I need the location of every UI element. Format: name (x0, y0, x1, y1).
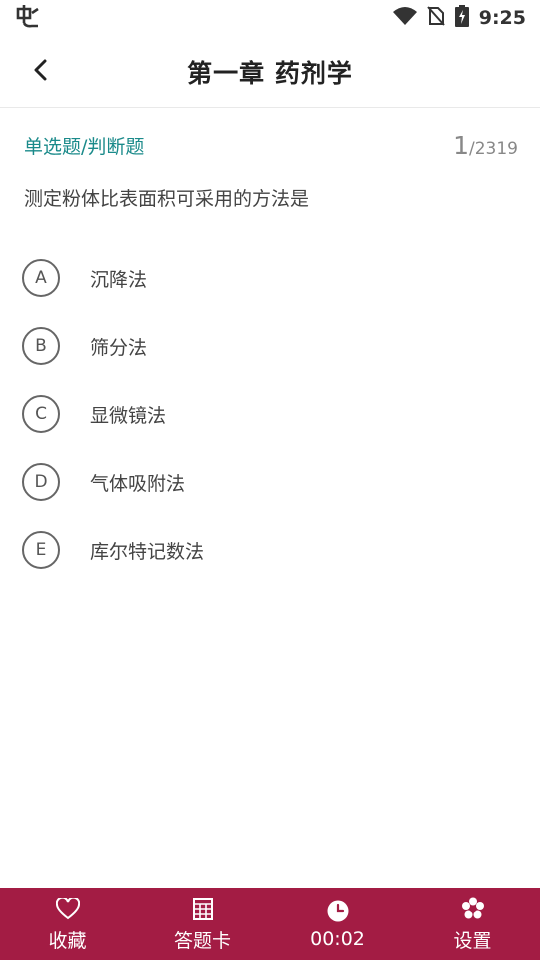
option-letter: D (22, 463, 60, 501)
option-text: 筛分法 (90, 336, 148, 359)
option-letter: A (22, 259, 60, 297)
answer-card-label: 答题卡 (173, 929, 231, 952)
answer-card-button[interactable]: 答题卡 (135, 888, 270, 960)
option-text: 库尔特记数法 (90, 540, 205, 563)
back-button[interactable] (22, 54, 58, 90)
question-progress: 1/2319 (453, 131, 518, 160)
question-current: 1 (453, 130, 469, 160)
timer-label: 00:02 (310, 928, 365, 950)
option-text: 气体吸附法 (90, 472, 186, 495)
gear-icon (461, 896, 485, 922)
settings-label: 设置 (453, 929, 492, 952)
app-logo-icon (14, 3, 42, 33)
page-title: 第一章 药剂学 (187, 58, 353, 88)
bottom-toolbar: 收藏 答题卡 00:02 设置 (0, 888, 540, 960)
status-time: 9:25 (478, 7, 526, 29)
favorite-label: 收藏 (48, 929, 87, 952)
wifi-icon (392, 6, 417, 30)
clock-icon (326, 898, 350, 924)
timer-button[interactable]: 00:02 (270, 888, 405, 960)
header: 第一章 药剂学 (0, 36, 540, 108)
heart-icon (55, 896, 80, 922)
options-list: A 沉降法 B 筛分法 C 显微镜法 D 气体吸附法 E 库尔特记数法 (22, 244, 522, 584)
question-meta: 单选题/判断题 1/2319 (24, 128, 518, 162)
option-text: 沉降法 (90, 268, 148, 291)
option-text: 显微镜法 (90, 404, 167, 427)
option-letter: E (22, 531, 60, 569)
option-letter: C (22, 395, 60, 433)
settings-button[interactable]: 设置 (405, 888, 540, 960)
option-d[interactable]: D 气体吸附法 (22, 448, 522, 516)
battery-charging-icon (454, 5, 469, 31)
option-e[interactable]: E 库尔特记数法 (22, 516, 522, 584)
question-text: 测定粉体比表面积可采用的方法是 (24, 188, 310, 210)
grid-card-icon (192, 896, 213, 922)
option-b[interactable]: B 筛分法 (22, 312, 522, 380)
no-sim-icon (426, 6, 445, 30)
question-type: 单选题/判断题 (24, 135, 145, 158)
chevron-left-icon (32, 59, 48, 85)
option-c[interactable]: C 显微镜法 (22, 380, 522, 448)
screen: 9:25 第一章 药剂学 单选题/判断题 1/2319 测定粉体比表面积可采用的… (0, 0, 540, 960)
question-total: 2319 (474, 138, 518, 159)
option-letter: B (22, 327, 60, 365)
option-a[interactable]: A 沉降法 (22, 244, 522, 312)
favorite-button[interactable]: 收藏 (0, 888, 135, 960)
status-bar: 9:25 (0, 0, 540, 36)
